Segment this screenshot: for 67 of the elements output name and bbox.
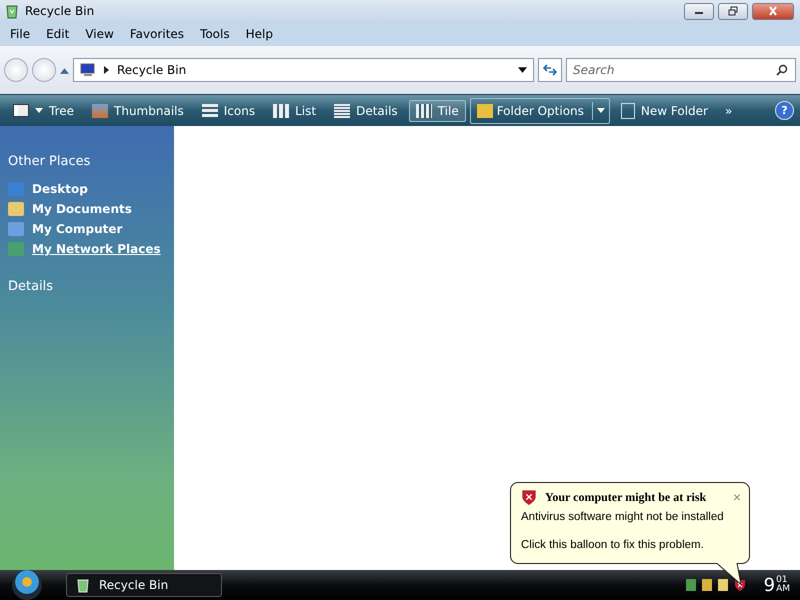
tray-icon[interactable] bbox=[702, 579, 712, 591]
breadcrumb-arrow-icon[interactable] bbox=[104, 66, 109, 74]
menu-item[interactable]: Help bbox=[238, 27, 281, 41]
search-icon[interactable] bbox=[776, 64, 788, 76]
address-field[interactable]: Recycle Bin bbox=[73, 58, 534, 82]
close-button[interactable] bbox=[752, 2, 794, 20]
toolbar-button[interactable]: Tile bbox=[408, 100, 466, 122]
sidebar-heading[interactable]: Other Places bbox=[8, 154, 90, 169]
balloon-text: Antivirus software might not be installed bbox=[521, 510, 725, 524]
toolbar-label[interactable]: New Folder bbox=[640, 104, 708, 118]
menu-item[interactable]: Favorites bbox=[122, 27, 192, 41]
recycle-bin-icon bbox=[4, 3, 20, 19]
restore-icon bbox=[727, 6, 739, 16]
caret-icon[interactable] bbox=[35, 108, 43, 113]
caret-icon[interactable] bbox=[518, 67, 527, 73]
refresh-icon bbox=[543, 64, 557, 76]
sidebar-link[interactable]: My Computer bbox=[32, 222, 122, 236]
menu-item[interactable]: File bbox=[2, 27, 38, 41]
up-arrow-icon[interactable] bbox=[60, 66, 69, 74]
toolbar-button[interactable]: Details bbox=[327, 100, 405, 122]
sidebar-link[interactable]: My Documents bbox=[32, 202, 132, 216]
toolbar-label[interactable]: List bbox=[295, 104, 316, 118]
search-field[interactable]: Search bbox=[566, 58, 796, 82]
taskbar-button[interactable]: Recycle Bin bbox=[66, 573, 222, 597]
sidebar-link[interactable]: My Network Places bbox=[32, 242, 161, 256]
recycle-bin-icon bbox=[75, 577, 91, 593]
minimize-button[interactable] bbox=[684, 2, 714, 20]
toolbar-label[interactable]: Tree bbox=[49, 104, 74, 118]
picture-icon bbox=[92, 104, 108, 118]
restore-button[interactable] bbox=[718, 2, 748, 20]
details-view-icon bbox=[334, 104, 350, 118]
notification-balloon[interactable]: Your computer might be at risk × Antivirus software might not be installed Click this balloon to fix this problem. bbox=[510, 482, 750, 564]
balloon-text: Click this balloon to fix this problem. bbox=[521, 538, 705, 552]
toolbar-label[interactable]: Thumbnails bbox=[114, 104, 184, 118]
close-button[interactable]: × bbox=[732, 489, 741, 505]
start-button[interactable] bbox=[12, 570, 42, 600]
toolbar-label[interactable]: Folder Options bbox=[496, 104, 584, 118]
folder-options-button[interactable]: Folder Options bbox=[470, 98, 610, 124]
list-view-icon bbox=[273, 104, 290, 118]
menu-item[interactable]: Tools bbox=[192, 27, 238, 41]
grid-icon bbox=[416, 104, 432, 118]
taskbar-label[interactable]: Recycle Bin bbox=[99, 578, 168, 592]
pane-icon bbox=[13, 104, 29, 117]
balloon-tail bbox=[716, 563, 742, 585]
folder-icon bbox=[476, 104, 493, 118]
caret-icon bbox=[596, 108, 605, 113]
window-title: Recycle Bin bbox=[25, 4, 94, 18]
icons-view-icon bbox=[202, 104, 218, 118]
address-path[interactable]: Recycle Bin bbox=[117, 63, 186, 77]
refresh-button[interactable] bbox=[538, 58, 562, 82]
sidebar-heading[interactable]: Details bbox=[8, 279, 54, 294]
toolbar-button[interactable]: Icons bbox=[194, 100, 262, 122]
toolbar-button[interactable]: New Folder bbox=[614, 98, 715, 122]
balloon-title: Your computer might be at risk bbox=[545, 490, 706, 504]
toolbar-button[interactable]: Thumbnails bbox=[85, 100, 191, 122]
menu-item[interactable]: Edit bbox=[38, 27, 78, 41]
close-icon bbox=[767, 6, 779, 16]
help-button[interactable]: ? bbox=[775, 101, 794, 120]
toolbar-button[interactable]: List bbox=[266, 100, 324, 122]
toolbar-button[interactable]: Tree bbox=[6, 100, 82, 122]
sidebar-link[interactable]: Desktop bbox=[32, 182, 88, 196]
toolbar-label[interactable]: Icons bbox=[224, 104, 256, 118]
more-button[interactable]: » bbox=[718, 104, 738, 118]
toolbar-label[interactable]: Tile bbox=[438, 104, 459, 118]
shield-icon bbox=[521, 489, 537, 505]
menu-item[interactable]: View bbox=[77, 27, 122, 41]
toolbar-label[interactable]: Details bbox=[356, 104, 398, 118]
